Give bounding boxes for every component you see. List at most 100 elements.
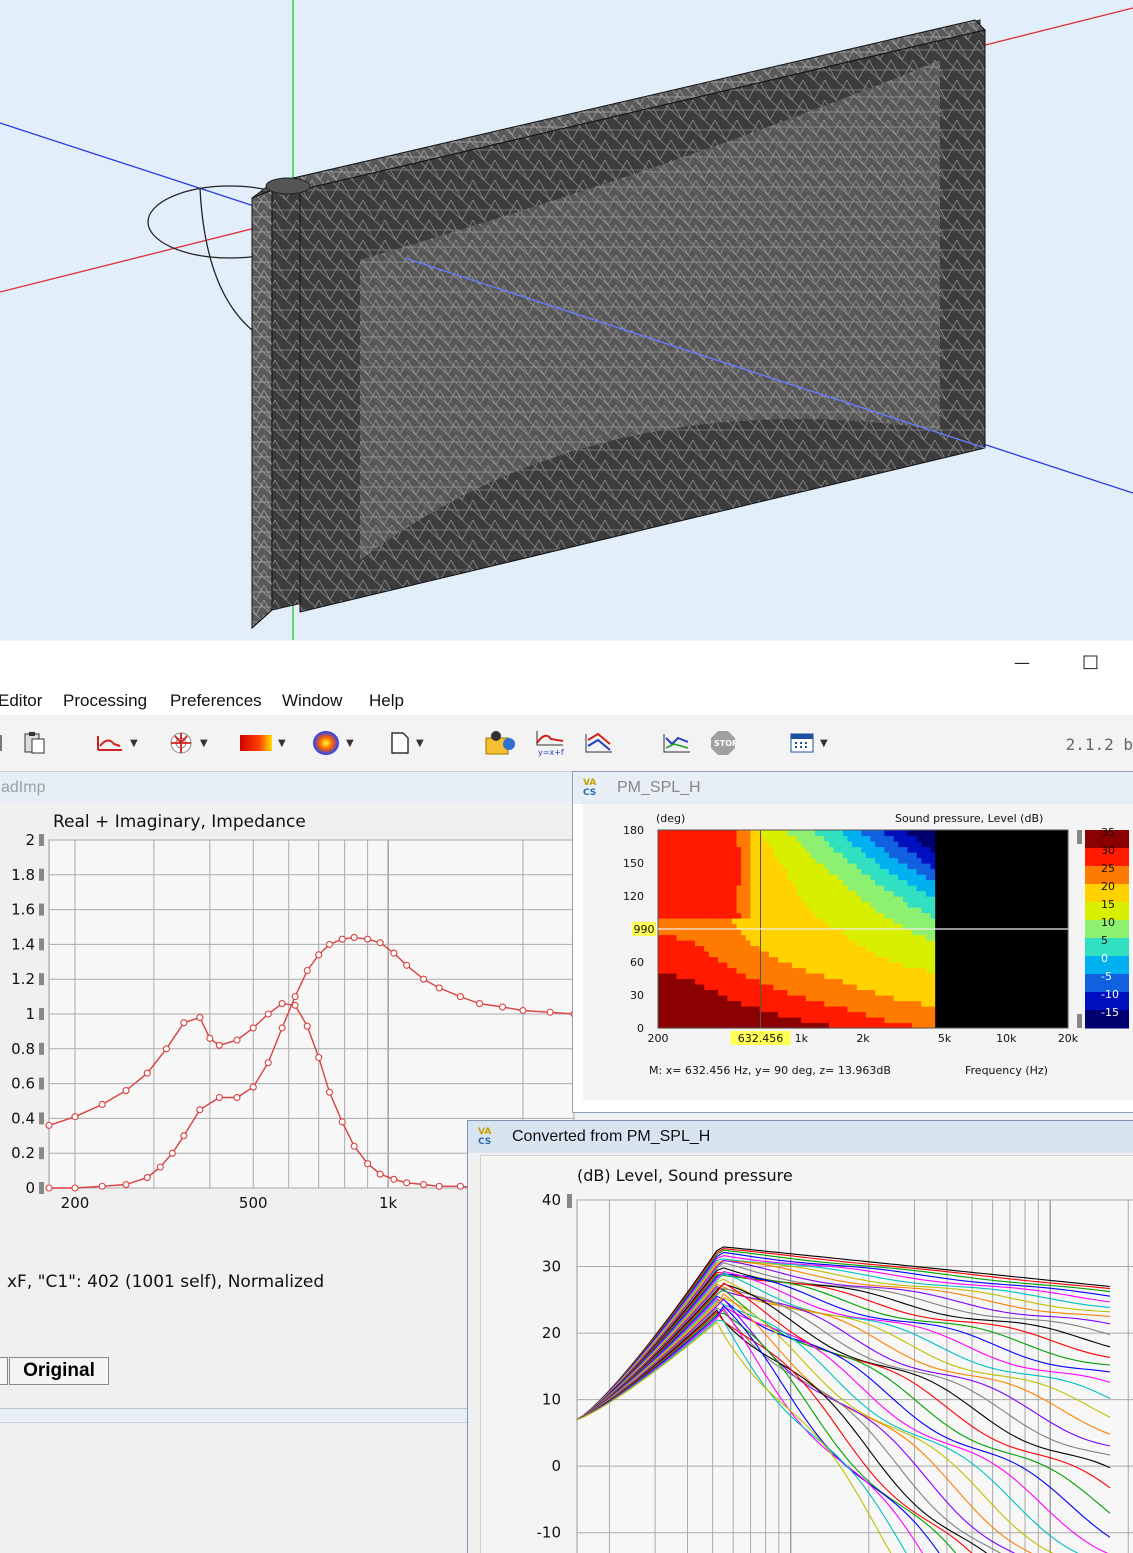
converted-chart[interactable]: 403020100-10 bbox=[481, 1186, 1133, 1553]
dropdown-arrow[interactable]: ▼ bbox=[200, 738, 208, 749]
gear-folder-icon[interactable] bbox=[484, 731, 516, 755]
heatmap-cell bbox=[898, 907, 904, 914]
heatmap-cell bbox=[768, 852, 775, 859]
heatmap-cell bbox=[713, 1006, 719, 1013]
heatmap-cell bbox=[750, 874, 756, 881]
heatmap-cell bbox=[870, 830, 876, 837]
heatmap-cell bbox=[708, 874, 715, 881]
converted-window[interactable]: VA CS Converted from PM_SPL_H (dB) Level,… bbox=[467, 1120, 1133, 1553]
heatmap-cell bbox=[713, 1011, 719, 1018]
heatmap-cell bbox=[852, 984, 858, 991]
heatmap-cell bbox=[791, 852, 798, 859]
heatmap-cell bbox=[916, 951, 922, 958]
heatmap-cell bbox=[736, 995, 742, 1002]
heatmap-cell bbox=[828, 951, 835, 958]
heatmap-cell bbox=[888, 989, 895, 996]
overlay-icon[interactable] bbox=[584, 731, 614, 755]
tab-previous[interactable] bbox=[0, 1357, 8, 1385]
heatmap-cell bbox=[768, 940, 775, 947]
dropdown-arrow[interactable]: ▼ bbox=[820, 738, 828, 749]
spl-map-window[interactable]: VA CS PM_SPL_H (deg) Sound pressure, Leve… bbox=[572, 771, 1133, 1113]
heatmap-cell bbox=[856, 841, 862, 848]
heatmap-cell bbox=[685, 874, 691, 881]
spl-heatmap[interactable]: 18015012060300990200 1k 2k 5k 10k 20k632.4563… bbox=[583, 824, 1133, 1074]
heatmap-cell bbox=[884, 841, 890, 848]
toolbar-edge-icon[interactable] bbox=[0, 731, 4, 755]
y-tick-label: 180 bbox=[623, 824, 644, 837]
heatmap-cell bbox=[667, 863, 673, 870]
transform-icon[interactable]: y=x+f bbox=[535, 731, 565, 757]
menu-processing[interactable]: Processing bbox=[63, 691, 147, 711]
dropdown-arrow[interactable]: ▼ bbox=[416, 738, 424, 749]
heatmap-cell bbox=[805, 1006, 812, 1013]
heatmap-cell bbox=[833, 857, 839, 864]
heatmap-cell bbox=[745, 956, 751, 963]
tab-original[interactable]: Original bbox=[9, 1357, 109, 1385]
heatmap-cell bbox=[662, 1017, 668, 1024]
heatmap-cell bbox=[810, 940, 816, 947]
stop-icon[interactable]: STOP bbox=[710, 731, 736, 755]
heatmap-cell bbox=[704, 863, 710, 870]
heatmap-cell bbox=[681, 890, 687, 897]
heatmap-cell bbox=[731, 967, 738, 974]
heatmap-cell bbox=[861, 962, 867, 969]
heatmap-cell bbox=[727, 846, 733, 853]
heatmap-cell bbox=[828, 962, 835, 969]
heatmap-cell bbox=[694, 852, 701, 859]
heatmap-cell bbox=[902, 868, 909, 875]
menu-preferences[interactable]: Preferences bbox=[170, 691, 262, 711]
maximize-button[interactable]: □ bbox=[1082, 651, 1099, 672]
layout-icon[interactable]: ▼ bbox=[790, 731, 828, 755]
heatmap-cell bbox=[667, 934, 673, 941]
colormap-icon[interactable]: ▼ bbox=[240, 731, 286, 755]
heatmap-cell bbox=[838, 951, 844, 958]
menu-window[interactable]: Window bbox=[282, 691, 342, 711]
heatmap-cell bbox=[796, 940, 802, 947]
curve-export-icon[interactable] bbox=[662, 731, 692, 755]
dropdown-arrow[interactable]: ▼ bbox=[346, 738, 354, 749]
spl-map-titlebar[interactable]: VA CS PM_SPL_H bbox=[573, 772, 1133, 804]
heatmap-cell bbox=[778, 868, 784, 875]
heatmap-cell bbox=[815, 989, 821, 996]
heatmap-cell bbox=[745, 945, 751, 952]
heatmap-cell bbox=[787, 978, 793, 985]
heatmap-cell bbox=[791, 989, 798, 996]
heatmap-cell bbox=[861, 852, 867, 859]
heatmap-cell bbox=[925, 989, 932, 996]
heatmap-cell bbox=[921, 901, 927, 908]
minimize-button[interactable]: — bbox=[1014, 653, 1030, 672]
mesh-viewport[interactable] bbox=[0, 0, 1133, 640]
converted-titlebar[interactable]: VA CS Converted from PM_SPL_H bbox=[468, 1121, 1133, 1153]
frequency-plot-icon[interactable]: ▼ bbox=[96, 731, 138, 755]
y-tick-mark bbox=[39, 1112, 44, 1125]
balloon-icon[interactable]: ▼ bbox=[312, 731, 354, 755]
heatmap-cell bbox=[861, 940, 867, 947]
heatmap-cell bbox=[888, 940, 895, 947]
heatmap-cell bbox=[902, 879, 909, 886]
dropdown-arrow[interactable]: ▼ bbox=[130, 738, 138, 749]
dropdown-arrow[interactable]: ▼ bbox=[278, 738, 286, 749]
impedance-window-title: adImp bbox=[1, 779, 46, 796]
heatmap-cell bbox=[676, 1000, 682, 1007]
new-document-icon[interactable]: ▼ bbox=[390, 731, 424, 755]
heatmap-cell bbox=[916, 989, 922, 996]
heatmap-cell bbox=[856, 907, 862, 914]
polar-plot-icon[interactable]: ▼ bbox=[168, 731, 208, 755]
heatmap-cell bbox=[704, 868, 710, 875]
heatmap-cell bbox=[925, 962, 932, 969]
heatmap-cell bbox=[755, 874, 761, 881]
impedance-window-titlebar[interactable]: adImp bbox=[0, 772, 574, 802]
heatmap-cell bbox=[852, 1006, 858, 1013]
heatmap-cell bbox=[884, 951, 890, 958]
menu-help[interactable]: Help bbox=[369, 691, 404, 711]
heatmap-cell bbox=[902, 1000, 909, 1007]
heatmap-cell bbox=[699, 846, 705, 853]
heatmap-cell bbox=[815, 940, 821, 947]
menu-editor[interactable]: Editor bbox=[0, 691, 42, 711]
heatmap-cell bbox=[847, 912, 853, 919]
paste-icon[interactable] bbox=[22, 731, 48, 755]
heatmap-cell bbox=[921, 1006, 927, 1013]
heatmap-cell bbox=[852, 951, 858, 958]
colorbar-label: 10 bbox=[1101, 916, 1115, 929]
heatmap-cell bbox=[842, 918, 849, 925]
